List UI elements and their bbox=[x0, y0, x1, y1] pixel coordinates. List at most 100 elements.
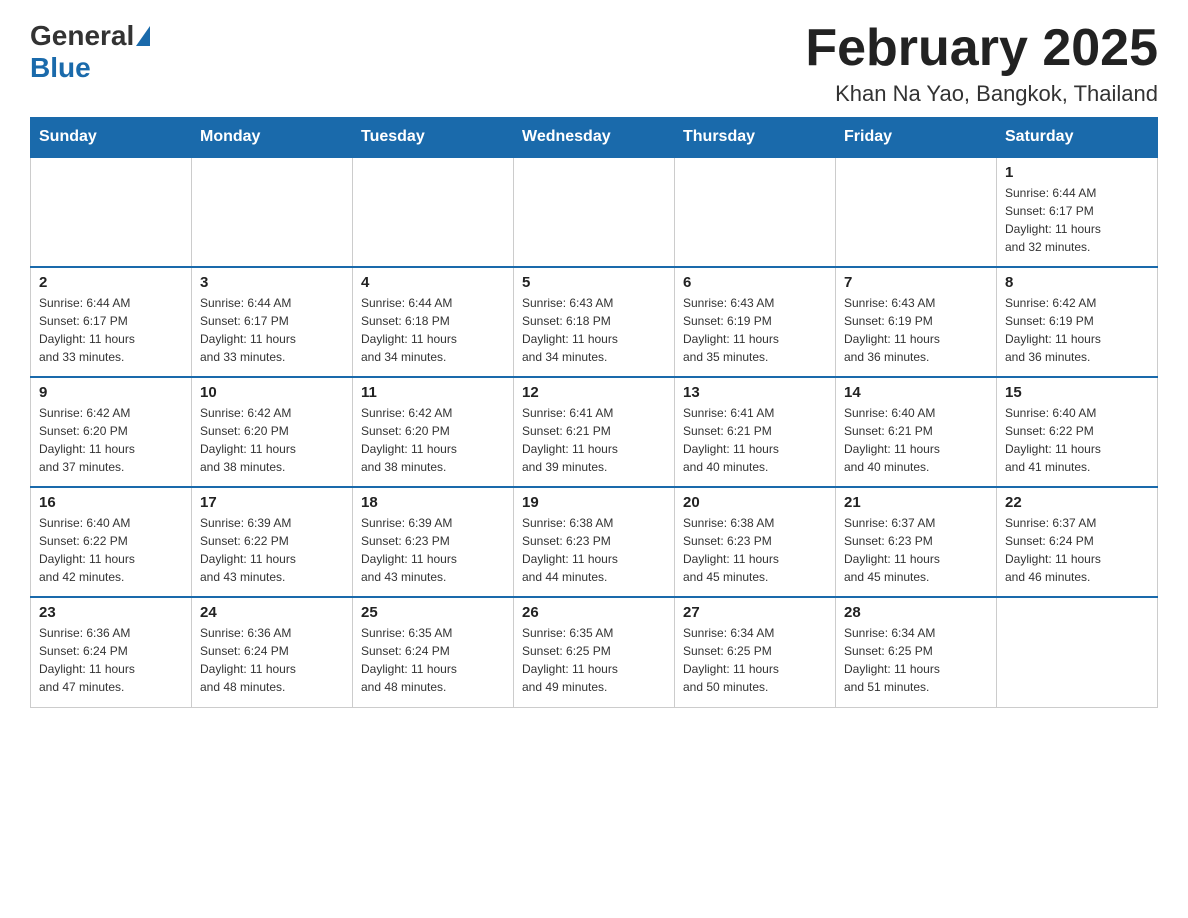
calendar-cell: 5Sunrise: 6:43 AM Sunset: 6:18 PM Daylig… bbox=[514, 267, 675, 377]
week-row-5: 23 Sunrise: 6:36 AM Sunset: 6:24 PM Dayli… bbox=[31, 597, 1158, 707]
calendar-header-row: SundayMondayTuesdayWednesdayThursdayFrid… bbox=[31, 118, 1158, 158]
page-header: General Blue February 2025 Khan Na Yao, … bbox=[30, 20, 1158, 107]
month-title: February 2025 bbox=[805, 20, 1158, 77]
day-number: 23 bbox=[39, 604, 183, 621]
calendar-cell: 13Sunrise: 6:41 AM Sunset: 6:21 PM Dayli… bbox=[675, 377, 836, 487]
day-number: 7 bbox=[844, 274, 988, 291]
day-number: 20 bbox=[683, 494, 827, 511]
day-info: Sunrise: 6:40 AM Sunset: 6:22 PM Dayligh… bbox=[1005, 404, 1149, 476]
calendar-cell: 14 Sunrise: 6:40 AM Sunset: 6:21 PM Dayli… bbox=[836, 377, 997, 487]
day-info: Sunrise: 6:43 AM Sunset: 6:19 PM Dayligh… bbox=[683, 294, 827, 366]
calendar-cell: 21 Sunrise: 6:37 AM Sunset: 6:23 PM Dayli… bbox=[836, 487, 997, 597]
day-info: Sunrise: 6:42 AM Sunset: 6:19 PM Dayligh… bbox=[1005, 294, 1149, 366]
day-number: 10 bbox=[200, 384, 344, 401]
week-row-4: 16 Sunrise: 6:40 AM Sunset: 6:22 PM Dayli… bbox=[31, 487, 1158, 597]
calendar-cell bbox=[192, 157, 353, 267]
calendar-cell: 22Sunrise: 6:37 AM Sunset: 6:24 PM Dayli… bbox=[997, 487, 1158, 597]
calendar-cell: 12Sunrise: 6:41 AM Sunset: 6:21 PM Dayli… bbox=[514, 377, 675, 487]
day-info: Sunrise: 6:38 AM Sunset: 6:23 PM Dayligh… bbox=[683, 514, 827, 586]
day-number: 18 bbox=[361, 494, 505, 511]
calendar-cell: 6 Sunrise: 6:43 AM Sunset: 6:19 PM Daylig… bbox=[675, 267, 836, 377]
calendar-header-wednesday: Wednesday bbox=[514, 118, 675, 158]
calendar-cell: 18Sunrise: 6:39 AM Sunset: 6:23 PM Dayli… bbox=[353, 487, 514, 597]
week-row-1: 1Sunrise: 6:44 AM Sunset: 6:17 PM Daylig… bbox=[31, 157, 1158, 267]
calendar-header-sunday: Sunday bbox=[31, 118, 192, 158]
day-info: Sunrise: 6:39 AM Sunset: 6:22 PM Dayligh… bbox=[200, 514, 344, 586]
day-number: 1 bbox=[1005, 164, 1149, 181]
logo-triangle-icon bbox=[136, 26, 150, 46]
day-number: 11 bbox=[361, 384, 505, 401]
calendar-cell: 19Sunrise: 6:38 AM Sunset: 6:23 PM Dayli… bbox=[514, 487, 675, 597]
calendar-cell: 23 Sunrise: 6:36 AM Sunset: 6:24 PM Dayli… bbox=[31, 597, 192, 707]
calendar-cell: 3 Sunrise: 6:44 AM Sunset: 6:17 PM Daylig… bbox=[192, 267, 353, 377]
day-number: 13 bbox=[683, 384, 827, 401]
day-info: Sunrise: 6:35 AM Sunset: 6:24 PM Dayligh… bbox=[361, 624, 505, 696]
calendar-cell: 4 Sunrise: 6:44 AM Sunset: 6:18 PM Daylig… bbox=[353, 267, 514, 377]
day-number: 16 bbox=[39, 494, 183, 511]
calendar-cell: 24Sunrise: 6:36 AM Sunset: 6:24 PM Dayli… bbox=[192, 597, 353, 707]
calendar-cell: 9 Sunrise: 6:42 AM Sunset: 6:20 PM Daylig… bbox=[31, 377, 192, 487]
day-number: 22 bbox=[1005, 494, 1149, 511]
calendar-cell: 26Sunrise: 6:35 AM Sunset: 6:25 PM Dayli… bbox=[514, 597, 675, 707]
day-info: Sunrise: 6:36 AM Sunset: 6:24 PM Dayligh… bbox=[39, 624, 183, 696]
day-number: 27 bbox=[683, 604, 827, 621]
calendar-cell: 10 Sunrise: 6:42 AM Sunset: 6:20 PM Dayli… bbox=[192, 377, 353, 487]
calendar-cell: 28 Sunrise: 6:34 AM Sunset: 6:25 PM Dayli… bbox=[836, 597, 997, 707]
day-info: Sunrise: 6:42 AM Sunset: 6:20 PM Dayligh… bbox=[200, 404, 344, 476]
day-number: 17 bbox=[200, 494, 344, 511]
calendar-table: SundayMondayTuesdayWednesdayThursdayFrid… bbox=[30, 117, 1158, 708]
calendar-cell: 20 Sunrise: 6:38 AM Sunset: 6:23 PM Dayli… bbox=[675, 487, 836, 597]
week-row-2: 2 Sunrise: 6:44 AM Sunset: 6:17 PM Daylig… bbox=[31, 267, 1158, 377]
calendar-header-friday: Friday bbox=[836, 118, 997, 158]
calendar-cell: 2 Sunrise: 6:44 AM Sunset: 6:17 PM Daylig… bbox=[31, 267, 192, 377]
day-info: Sunrise: 6:44 AM Sunset: 6:18 PM Dayligh… bbox=[361, 294, 505, 366]
day-info: Sunrise: 6:38 AM Sunset: 6:23 PM Dayligh… bbox=[522, 514, 666, 586]
day-info: Sunrise: 6:44 AM Sunset: 6:17 PM Dayligh… bbox=[200, 294, 344, 366]
calendar-cell: 1Sunrise: 6:44 AM Sunset: 6:17 PM Daylig… bbox=[997, 157, 1158, 267]
calendar-cell bbox=[31, 157, 192, 267]
day-number: 6 bbox=[683, 274, 827, 291]
calendar-header-monday: Monday bbox=[192, 118, 353, 158]
day-info: Sunrise: 6:42 AM Sunset: 6:20 PM Dayligh… bbox=[39, 404, 183, 476]
calendar-cell bbox=[353, 157, 514, 267]
day-info: Sunrise: 6:41 AM Sunset: 6:21 PM Dayligh… bbox=[522, 404, 666, 476]
day-number: 28 bbox=[844, 604, 988, 621]
day-number: 3 bbox=[200, 274, 344, 291]
calendar-cell bbox=[675, 157, 836, 267]
day-number: 2 bbox=[39, 274, 183, 291]
calendar-cell: 17 Sunrise: 6:39 AM Sunset: 6:22 PM Dayli… bbox=[192, 487, 353, 597]
day-number: 21 bbox=[844, 494, 988, 511]
calendar-header-saturday: Saturday bbox=[997, 118, 1158, 158]
day-info: Sunrise: 6:37 AM Sunset: 6:23 PM Dayligh… bbox=[844, 514, 988, 586]
logo-blue-text: Blue bbox=[30, 52, 91, 84]
day-info: Sunrise: 6:43 AM Sunset: 6:19 PM Dayligh… bbox=[844, 294, 988, 366]
day-number: 15 bbox=[1005, 384, 1149, 401]
day-info: Sunrise: 6:43 AM Sunset: 6:18 PM Dayligh… bbox=[522, 294, 666, 366]
calendar-header-thursday: Thursday bbox=[675, 118, 836, 158]
day-info: Sunrise: 6:42 AM Sunset: 6:20 PM Dayligh… bbox=[361, 404, 505, 476]
calendar-cell bbox=[836, 157, 997, 267]
day-number: 9 bbox=[39, 384, 183, 401]
day-info: Sunrise: 6:34 AM Sunset: 6:25 PM Dayligh… bbox=[844, 624, 988, 696]
calendar-cell: 27 Sunrise: 6:34 AM Sunset: 6:25 PM Dayli… bbox=[675, 597, 836, 707]
day-number: 4 bbox=[361, 274, 505, 291]
calendar-cell: 25 Sunrise: 6:35 AM Sunset: 6:24 PM Dayli… bbox=[353, 597, 514, 707]
title-section: February 2025 Khan Na Yao, Bangkok, Thai… bbox=[805, 20, 1158, 107]
location-title: Khan Na Yao, Bangkok, Thailand bbox=[805, 81, 1158, 107]
calendar-header-tuesday: Tuesday bbox=[353, 118, 514, 158]
day-number: 25 bbox=[361, 604, 505, 621]
day-info: Sunrise: 6:40 AM Sunset: 6:21 PM Dayligh… bbox=[844, 404, 988, 476]
calendar-cell bbox=[514, 157, 675, 267]
calendar-cell: 15 Sunrise: 6:40 AM Sunset: 6:22 PM Dayli… bbox=[997, 377, 1158, 487]
day-info: Sunrise: 6:44 AM Sunset: 6:17 PM Dayligh… bbox=[39, 294, 183, 366]
day-info: Sunrise: 6:35 AM Sunset: 6:25 PM Dayligh… bbox=[522, 624, 666, 696]
logo-general-text: General bbox=[30, 20, 134, 52]
week-row-3: 9 Sunrise: 6:42 AM Sunset: 6:20 PM Daylig… bbox=[31, 377, 1158, 487]
calendar-cell: 11 Sunrise: 6:42 AM Sunset: 6:20 PM Dayli… bbox=[353, 377, 514, 487]
day-info: Sunrise: 6:34 AM Sunset: 6:25 PM Dayligh… bbox=[683, 624, 827, 696]
day-number: 8 bbox=[1005, 274, 1149, 291]
day-number: 14 bbox=[844, 384, 988, 401]
logo: General Blue bbox=[30, 20, 152, 84]
day-info: Sunrise: 6:40 AM Sunset: 6:22 PM Dayligh… bbox=[39, 514, 183, 586]
calendar-cell: 16 Sunrise: 6:40 AM Sunset: 6:22 PM Dayli… bbox=[31, 487, 192, 597]
